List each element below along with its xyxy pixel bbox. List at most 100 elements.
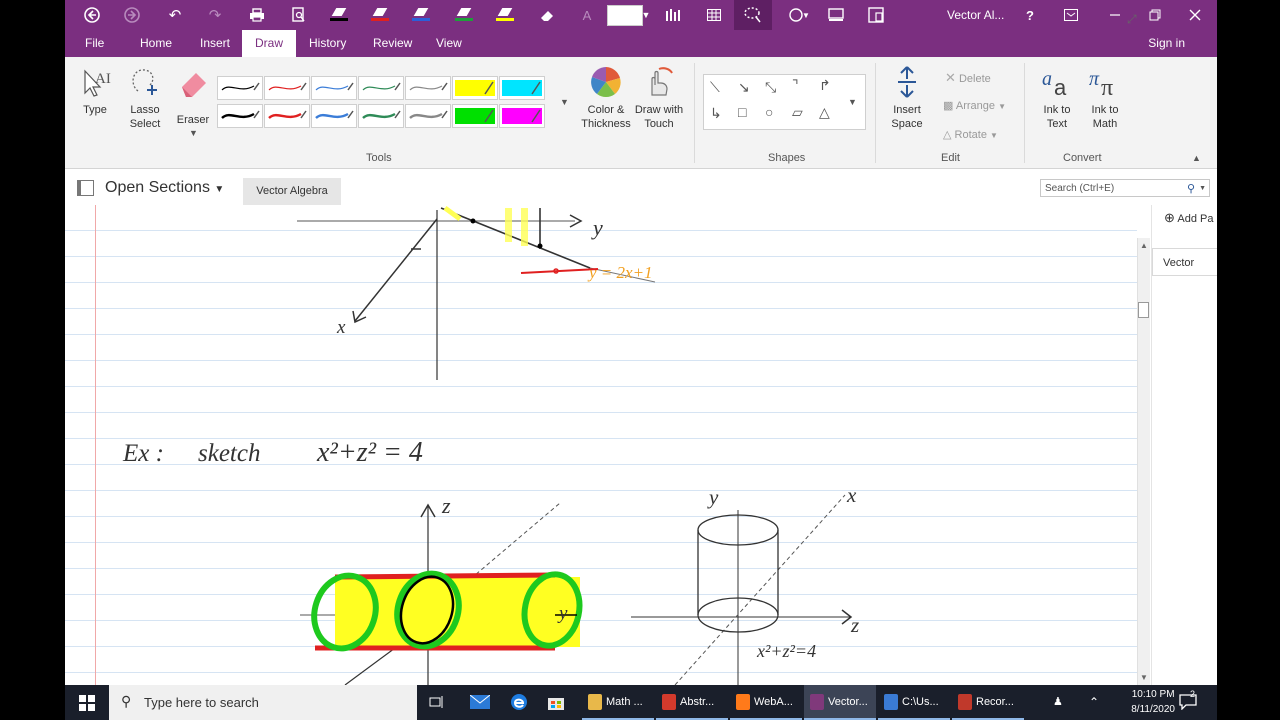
color-thickness-button[interactable]: Color & Thickness [579,65,633,133]
yellow-highlighter-icon[interactable] [496,8,514,22]
lasso-quick-button[interactable] [734,0,772,30]
pen-swatch[interactable] [264,76,310,100]
search-scope-dropdown-icon[interactable]: ▼ [1199,180,1206,198]
draw-with-touch-button[interactable]: Draw with Touch [631,65,687,133]
taskbar-firefox[interactable]: WebA... [730,685,802,720]
pen-swatch[interactable] [264,104,310,128]
people-icon[interactable]: ♟ [1053,685,1063,720]
shapes-more-icon[interactable]: ▼ [848,97,857,107]
page-tab-vector[interactable]: Vector [1152,248,1217,276]
taskbar-abstract-pdf[interactable]: Abstr... [656,685,728,720]
arrow-shape-icon[interactable]: ↘ [738,79,750,96]
pen-swatch[interactable] [311,104,357,128]
taskbar-search-box[interactable]: ⚲ Type here to search [109,685,417,720]
pen-swatch[interactable] [358,76,404,100]
scroll-up-icon[interactable]: ▲ [1140,241,1148,250]
type-button[interactable]: AI Type [75,65,115,125]
help-button[interactable]: ? [1015,0,1045,30]
eraser-dropdown-icon[interactable]: ▼ [189,128,198,138]
triangle-shape-icon[interactable]: △ [819,104,830,121]
ink-to-text-button[interactable]: aa Ink to Text [1035,65,1079,133]
taskbar-explorer[interactable]: C:\Us... [878,685,950,720]
ink-to-math-button[interactable]: ππ Ink to Math [1083,65,1127,133]
taskbar-onenote[interactable]: Vector... [804,685,876,720]
tab-draw[interactable]: Draw [242,30,297,57]
note-page-canvas[interactable]: y x y = 2x+1 Ex : sketch x²+z² = 4 z y y… [65,205,1137,685]
edge-icon[interactable] [510,685,528,720]
add-page-button[interactable]: ⊕ Add Pa [1164,210,1213,226]
touch-hand-icon [651,67,673,96]
minimize-icon[interactable] [1100,0,1130,30]
ellipse-shape-icon[interactable]: ○ [765,104,773,120]
pen-swatch[interactable] [405,104,451,128]
corner-axis-shape-icon[interactable]: ↳ [710,105,722,122]
search-icon[interactable]: ⚲ [1187,180,1195,198]
rectangle-shape-icon[interactable]: □ [738,104,746,120]
parallelogram-shape-icon[interactable]: ▱ [792,104,803,121]
pen-swatch[interactable] [217,76,263,100]
pen-swatch[interactable] [311,76,357,100]
double-arrow-shape-icon[interactable]: ⤡ [765,79,776,96]
pen-gallery-more-icon[interactable]: ▼ [560,97,569,107]
ink-style-icon[interactable] [659,0,689,30]
pen-swatch[interactable] [217,104,263,128]
red-pen-icon[interactable] [371,8,389,22]
table-icon[interactable] [699,0,729,30]
show-hidden-icons-chevron-icon[interactable]: ⌃ [1089,685,1099,720]
pen-swatch[interactable] [358,104,404,128]
task-view-icon[interactable] [429,685,445,720]
eraser-button[interactable]: Eraser ▼ [173,65,213,139]
lasso-select-button[interactable]: Lasso Select [123,65,167,133]
taskbar-recorder[interactable]: Recor... [952,685,1024,720]
undo-icon[interactable]: ↶ [160,0,190,30]
expand-page-icon[interactable]: ⤢ [1127,12,1137,27]
pen-swatch[interactable] [452,76,498,100]
store-icon[interactable] [547,685,565,720]
pen-swatch[interactable] [405,76,451,100]
print-icon[interactable] [242,0,272,30]
ribbon-display-options-icon[interactable] [1056,0,1086,30]
action-center-icon[interactable]: 2 [1179,685,1197,720]
font-size-dropdown-icon[interactable]: ▼ [641,0,651,30]
close-icon[interactable] [1180,0,1210,30]
black-pen-icon[interactable] [330,8,348,22]
windows-start-button[interactable] [65,685,109,720]
sign-in-link[interactable]: Sign in [1148,36,1185,50]
vertical-scrollbar[interactable]: ▲ ▼ [1137,238,1150,685]
notebook-icon[interactable] [77,180,94,196]
tab-home[interactable]: Home [140,30,172,57]
scroll-thumb[interactable] [1138,302,1149,318]
pen-swatch[interactable] [452,104,498,128]
insert-space-button[interactable]: Insert Space [883,65,931,133]
axis-shape-icon[interactable]: ⌝ [792,77,799,94]
mail-icon[interactable] [469,685,491,720]
pen-swatch[interactable] [499,104,545,128]
shape-dropdown-icon[interactable]: ▼ [799,0,813,30]
back-icon[interactable] [77,0,107,30]
eraser-icon[interactable] [532,0,562,30]
tab-review[interactable]: Review [373,30,412,57]
taskbar-onenote-label: Vector... [828,696,868,708]
scroll-down-icon[interactable]: ▼ [1140,673,1148,682]
search-input[interactable]: Search (Ctrl+E) ⚲ ▼ [1040,179,1210,197]
blue-pen-icon[interactable] [412,8,430,22]
green-pen-icon[interactable] [455,8,473,22]
tab-insert[interactable]: Insert [200,30,230,57]
tab-file[interactable]: File [85,30,104,57]
pen-swatch[interactable] [499,76,545,100]
taskbar-clock[interactable]: 10:10 PM 8/11/2020 [1131,687,1175,717]
open-sections-dropdown[interactable]: Open Sections ▼ [105,179,224,197]
section-tab-vector-algebra[interactable]: Vector Algebra [243,178,341,205]
axis-arrow-shape-icon[interactable]: ↱ [819,77,831,94]
taskbar-math-folder[interactable]: Math ... [582,685,654,720]
tab-view[interactable]: View [436,30,462,57]
restore-icon[interactable] [1140,0,1170,30]
edit-group-label: Edit [941,152,960,164]
print-preview-icon[interactable] [284,0,314,30]
full-page-view-icon[interactable] [821,0,851,30]
collapse-ribbon-icon[interactable]: ▲ [1192,153,1201,163]
font-size-field[interactable] [607,5,643,26]
dock-to-desktop-icon[interactable] [861,0,891,30]
line-shape-icon[interactable]: ⟍ [710,79,720,96]
tab-history[interactable]: History [309,30,346,57]
